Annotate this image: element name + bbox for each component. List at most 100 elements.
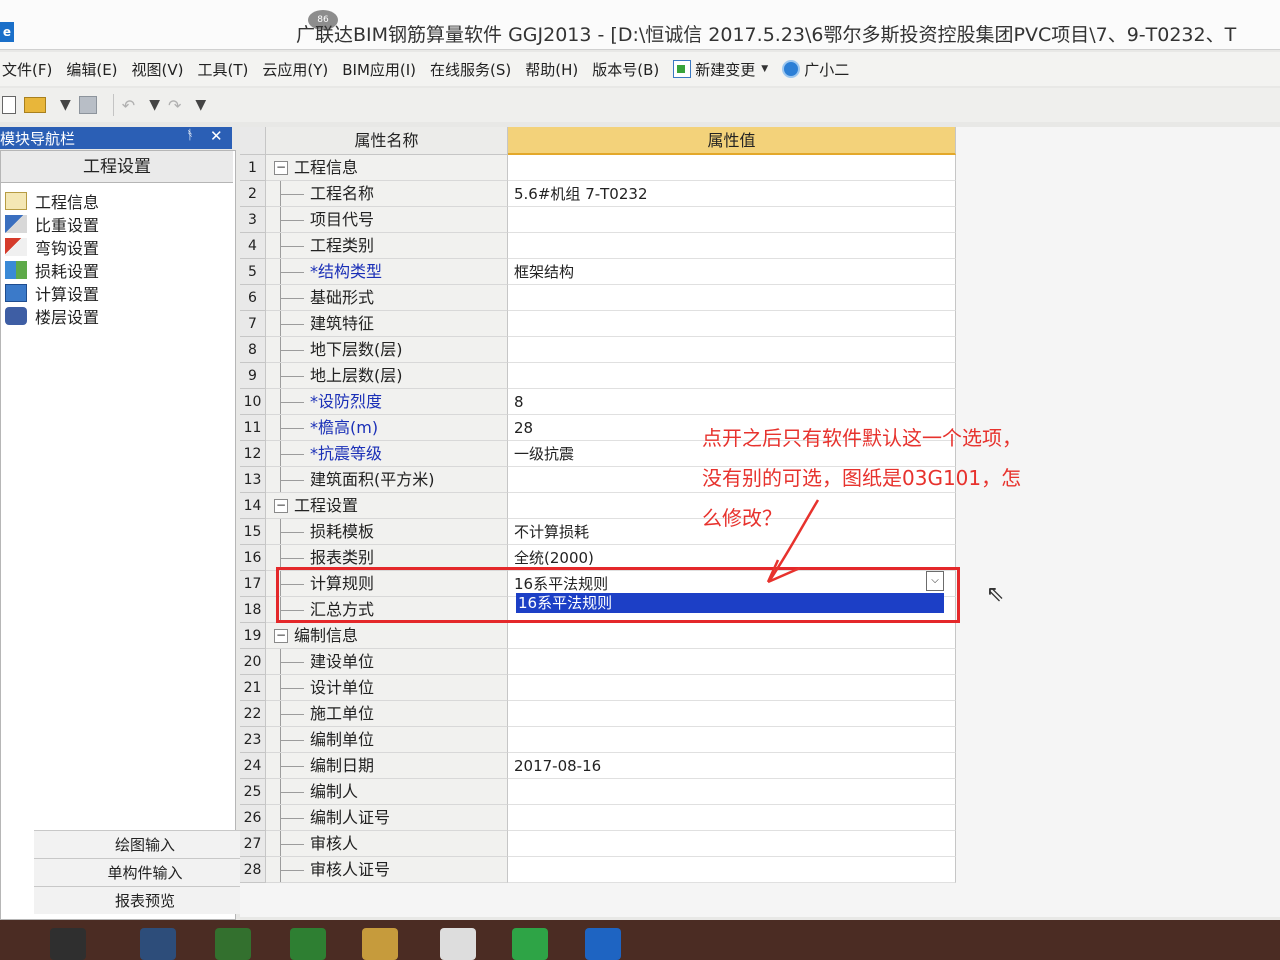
nav-item-project-info[interactable]: 工程信息 bbox=[5, 189, 99, 212]
pin-icon[interactable]: ᚬ bbox=[186, 128, 194, 143]
chevron-down-icon[interactable]: ▼ bbox=[195, 97, 206, 113]
nav-tab-project-settings[interactable]: 工程设置 bbox=[1, 151, 233, 183]
ggj-taskbar-icon[interactable] bbox=[585, 928, 621, 960]
menu-file[interactable]: 文件(F) bbox=[2, 59, 52, 80]
nav-bottom-drawing-input[interactable]: 绘图输入 bbox=[34, 830, 256, 858]
browser-alt-taskbar-icon[interactable] bbox=[215, 928, 251, 960]
table-row[interactable]: 28 审核人证号 bbox=[240, 857, 956, 883]
property-label: 建筑特征 bbox=[310, 314, 375, 333]
table-row[interactable]: 2 工程名称 5.6#机组 7-T0232 bbox=[240, 181, 956, 207]
start-icon[interactable] bbox=[50, 928, 86, 960]
table-row[interactable]: 23 编制单位 bbox=[240, 727, 956, 753]
row-number: 21 bbox=[240, 675, 266, 701]
open-folder-icon[interactable] bbox=[24, 97, 46, 113]
table-row[interactable]: 4 工程类别 bbox=[240, 233, 956, 259]
new-file-icon[interactable] bbox=[2, 96, 16, 114]
property-label: 建设单位 bbox=[310, 652, 375, 671]
property-value-cell[interactable]: 2017-08-16 bbox=[508, 753, 956, 779]
property-value-cell[interactable] bbox=[508, 207, 956, 233]
property-name-cell: 施工单位 bbox=[266, 701, 508, 727]
property-name-cell: 审核人证号 bbox=[266, 857, 508, 883]
table-row[interactable]: 16 报表类别 全统(2000) bbox=[240, 545, 956, 571]
property-value-cell[interactable] bbox=[508, 363, 956, 389]
property-value-cell[interactable] bbox=[508, 337, 956, 363]
property-value-cell[interactable]: 8 bbox=[508, 389, 956, 415]
row-number: 27 bbox=[240, 831, 266, 857]
assistant-button[interactable]: 广小二 bbox=[782, 59, 849, 80]
table-row[interactable]: 8 地下层数(层) bbox=[240, 337, 956, 363]
menu-bim[interactable]: BIM应用(I) bbox=[342, 59, 416, 80]
undo-icon[interactable]: ↶ bbox=[122, 96, 135, 115]
nav-item-floor[interactable]: 楼层设置 bbox=[5, 304, 99, 327]
folder-taskbar-icon[interactable] bbox=[362, 928, 398, 960]
close-icon[interactable]: ✕ bbox=[210, 127, 223, 145]
table-row[interactable]: 10 *设防烈度 8 bbox=[240, 389, 956, 415]
table-row[interactable]: 27 审核人 bbox=[240, 831, 956, 857]
property-value-cell[interactable] bbox=[508, 311, 956, 337]
nav-item-density[interactable]: 比重设置 bbox=[5, 212, 99, 235]
table-row[interactable]: 6 基础形式 bbox=[240, 285, 956, 311]
table-row[interactable]: 20 建设单位 bbox=[240, 649, 956, 675]
collapse-icon[interactable]: − bbox=[274, 629, 288, 643]
collapse-icon[interactable]: − bbox=[274, 161, 288, 175]
menu-version[interactable]: 版本号(B) bbox=[592, 59, 659, 80]
new-change-button[interactable]: 新建变更 ▼ bbox=[673, 59, 768, 80]
wechat-taskbar-icon[interactable] bbox=[290, 928, 326, 960]
table-row[interactable]: 24 编制日期 2017-08-16 bbox=[240, 753, 956, 779]
property-value-cell[interactable]: 5.6#机组 7-T0232 bbox=[508, 181, 956, 207]
menu-cloud[interactable]: 云应用(Y) bbox=[262, 59, 328, 80]
nav-bottom-report-preview[interactable]: 报表预览 bbox=[34, 886, 256, 914]
property-value-cell[interactable] bbox=[508, 857, 956, 883]
app-icon[interactable]: e bbox=[0, 22, 14, 42]
table-row[interactable]: 5 *结构类型 框架结构 bbox=[240, 259, 956, 285]
table-row[interactable]: 19− 编制信息 bbox=[240, 623, 956, 649]
nav-item-loss[interactable]: 损耗设置 bbox=[5, 258, 99, 281]
chevron-down-icon[interactable]: ▼ bbox=[149, 97, 160, 113]
property-value-cell[interactable] bbox=[508, 623, 956, 649]
property-value-cell[interactable] bbox=[508, 285, 956, 311]
dropdown-option-selected[interactable]: 16系平法规则 bbox=[516, 593, 944, 613]
table-row[interactable]: 1− 工程信息 bbox=[240, 155, 956, 181]
nav-item-label: 工程信息 bbox=[35, 192, 100, 212]
nav-item-label: 计算设置 bbox=[35, 284, 100, 304]
menu-help[interactable]: 帮助(H) bbox=[525, 59, 578, 80]
property-value-cell[interactable]: 框架结构 bbox=[508, 259, 956, 285]
menu-edit[interactable]: 编辑(E) bbox=[66, 59, 117, 80]
chevron-down-icon[interactable]: ▼ bbox=[761, 64, 768, 74]
table-row[interactable]: 9 地上层数(层) bbox=[240, 363, 956, 389]
property-value-cell[interactable]: 全统(2000) bbox=[508, 545, 956, 571]
menu-tools[interactable]: 工具(T) bbox=[198, 59, 249, 80]
row-number: 13 bbox=[240, 467, 266, 493]
property-value-cell[interactable] bbox=[508, 701, 956, 727]
property-value-cell[interactable] bbox=[508, 233, 956, 259]
property-value-cell[interactable] bbox=[508, 727, 956, 753]
table-row[interactable]: 7 建筑特征 bbox=[240, 311, 956, 337]
collapse-icon[interactable]: − bbox=[274, 499, 288, 513]
app-s-taskbar-icon[interactable] bbox=[512, 928, 548, 960]
table-row[interactable]: 26 编制人证号 bbox=[240, 805, 956, 831]
property-label: 报表类别 bbox=[310, 548, 375, 567]
menu-view[interactable]: 视图(V) bbox=[132, 59, 184, 80]
nav-item-calc[interactable]: 计算设置 bbox=[5, 281, 99, 304]
document-taskbar-icon[interactable] bbox=[440, 928, 476, 960]
property-label: 汇总方式 bbox=[310, 600, 375, 619]
property-value-cell[interactable] bbox=[508, 649, 956, 675]
table-row[interactable]: 25 编制人 bbox=[240, 779, 956, 805]
save-icon[interactable] bbox=[78, 96, 97, 114]
browser-taskbar-icon[interactable] bbox=[140, 928, 176, 960]
chevron-down-icon[interactable]: ▼ bbox=[60, 97, 71, 113]
menu-online[interactable]: 在线服务(S) bbox=[430, 59, 511, 80]
row-number: 8 bbox=[240, 337, 266, 363]
redo-icon[interactable]: ↷ bbox=[168, 96, 181, 115]
table-row[interactable]: 21 设计单位 bbox=[240, 675, 956, 701]
table-row[interactable]: 3 项目代号 bbox=[240, 207, 956, 233]
nav-item-hook[interactable]: 弯钩设置 bbox=[5, 235, 99, 258]
table-row[interactable]: 22 施工单位 bbox=[240, 701, 956, 727]
property-value-cell[interactable] bbox=[508, 155, 956, 181]
chevron-down-icon[interactable]: ⌵ bbox=[926, 571, 944, 591]
property-value-cell[interactable] bbox=[508, 805, 956, 831]
property-value-cell[interactable] bbox=[508, 675, 956, 701]
nav-bottom-single-component[interactable]: 单构件输入 bbox=[34, 858, 256, 886]
property-value-cell[interactable] bbox=[508, 831, 956, 857]
property-value-cell[interactable] bbox=[508, 779, 956, 805]
